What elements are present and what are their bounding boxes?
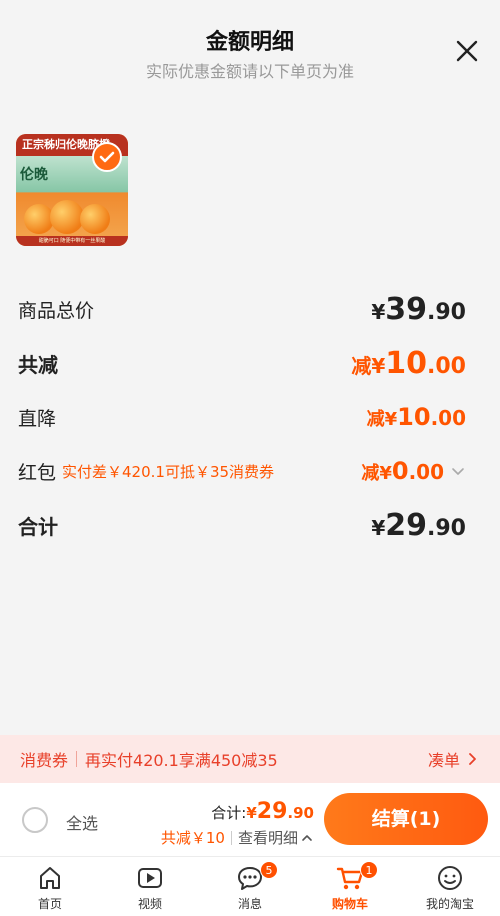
red-packet-amount-group[interactable]: 减 ¥ 0 .00: [361, 457, 466, 485]
amount-prefix: 减: [366, 409, 385, 430]
currency-symbol: ¥: [384, 409, 398, 430]
video-icon: [138, 868, 162, 888]
saved-amount: 共减￥10: [160, 829, 225, 847]
amount-decimal: .90: [427, 515, 466, 541]
checkout-bar: 全选 合计: ¥ 29 .90 共减￥10 查看明细 结算(1): [0, 783, 500, 856]
sheet-subtitle: 实际优惠金额请以下单页为准: [145, 62, 354, 81]
tab-label: 我的淘宝: [425, 897, 474, 911]
sum-label: 合计:: [211, 804, 247, 822]
divider: [76, 751, 78, 767]
sheet-title: 金额明细: [205, 30, 294, 55]
checkout-sum: 合计: ¥ 29 .90: [211, 799, 314, 824]
product-footer-text: 甜脆可口 随便中带有一丝果酸: [16, 236, 128, 246]
row-label: 商品总价: [18, 299, 95, 322]
row-red-packet[interactable]: 红包 实付差￥420.1可抵￥35消费券 减 ¥ 0 .00: [18, 454, 466, 488]
tab-home[interactable]: 首页: [0, 857, 100, 916]
amount-detail-sheet: 金额明细 实际优惠金额请以下单页为准 正宗秭归伦晚脐橙 伦晚 甜脆可口 随便中带…: [0, 0, 500, 735]
orange-graphic: [50, 200, 84, 234]
currency-symbol: ¥: [371, 299, 386, 324]
row-total-reduce: 共减 减 ¥ 10 .00: [18, 346, 466, 381]
currency-symbol: ¥: [379, 463, 392, 484]
message-badge: 5: [260, 861, 278, 879]
row-label: 合计: [18, 514, 58, 539]
chevron-up-icon[interactable]: [300, 831, 314, 845]
sum-currency: ¥: [246, 804, 257, 822]
red-packet-note: 实付差￥420.1可抵￥35消费券: [62, 462, 275, 481]
amount-integer: 0: [391, 457, 409, 485]
close-icon[interactable]: [454, 38, 480, 64]
view-details-link[interactable]: 查看明细: [238, 827, 298, 848]
home-icon: [40, 867, 60, 889]
tab-messages[interactable]: 消息 5: [200, 857, 300, 916]
tab-label: 视频: [137, 897, 162, 911]
total-price-value: ¥ 39 .90: [371, 292, 466, 327]
row-sum: 合计 ¥ 29 .90: [18, 508, 466, 543]
amount-prefix: 减: [351, 353, 372, 378]
chevron-right-icon: [469, 753, 476, 765]
sum-decimal: .90: [287, 804, 314, 822]
currency-symbol: ¥: [371, 515, 386, 540]
amount-integer: 39: [385, 291, 428, 327]
amount-decimal: .00: [408, 460, 444, 484]
add-items-link[interactable]: 凑单: [428, 747, 480, 771]
coupon-text: 再实付420.1享满450减35: [85, 751, 278, 770]
select-all-label[interactable]: 全选: [66, 810, 98, 834]
tab-cart[interactable]: 购物车 1: [300, 857, 400, 916]
amount-prefix: 减: [361, 463, 380, 484]
product-tag-text: 伦晚: [20, 167, 48, 183]
amount-decimal: .90: [427, 299, 466, 325]
red-packet-value: 减 ¥ 0 .00: [361, 457, 444, 485]
row-label-group: 红包 实付差￥420.1可抵￥35消费券: [18, 458, 274, 485]
sum-integer: 29: [256, 799, 288, 824]
bottom-tab-bar: 首页 视频 消息 5 购物车 1 我的淘宝: [0, 856, 500, 916]
row-label: 红包: [18, 461, 57, 484]
amount-integer: 10: [385, 345, 428, 381]
add-items-label: 凑单: [427, 751, 460, 770]
selected-check-icon: [92, 142, 122, 172]
row-total-price: 商品总价 ¥ 39 .90: [18, 292, 466, 327]
profile-icon: [438, 866, 462, 890]
row-direct-reduce: 直降 减 ¥ 10 .00: [18, 400, 466, 434]
amount-integer: 10: [397, 403, 431, 431]
saved-detail-row[interactable]: 共减￥10 查看明细: [161, 827, 314, 848]
divider: [230, 830, 232, 845]
cart-badge: 1: [360, 861, 378, 879]
amount-decimal: .00: [427, 353, 466, 379]
amount-integer: 29: [385, 507, 428, 543]
direct-reduce-value: 减 ¥ 10 .00: [367, 403, 466, 431]
tab-profile[interactable]: 我的淘宝: [400, 857, 500, 916]
tab-label: 首页: [37, 897, 62, 911]
row-label: 直降: [18, 407, 57, 430]
tab-label: 购物车: [331, 897, 368, 911]
row-label: 共减: [18, 352, 58, 377]
chevron-down-icon[interactable]: [450, 463, 466, 479]
orange-graphic: [80, 204, 110, 234]
tab-label: 消息: [237, 897, 262, 911]
sum-value: ¥ 29 .90: [371, 508, 466, 543]
coupon-bar[interactable]: 消费券 再实付420.1享满450减35 凑单: [0, 735, 500, 783]
select-all-radio[interactable]: [22, 807, 48, 833]
coupon-tag: 消费券: [20, 751, 69, 770]
checkout-button[interactable]: 结算(1): [324, 793, 488, 845]
currency-symbol: ¥: [371, 353, 386, 378]
total-reduce-value: 减 ¥ 10 .00: [351, 346, 466, 381]
tab-video[interactable]: 视频: [100, 857, 200, 916]
amount-decimal: .00: [430, 406, 466, 430]
